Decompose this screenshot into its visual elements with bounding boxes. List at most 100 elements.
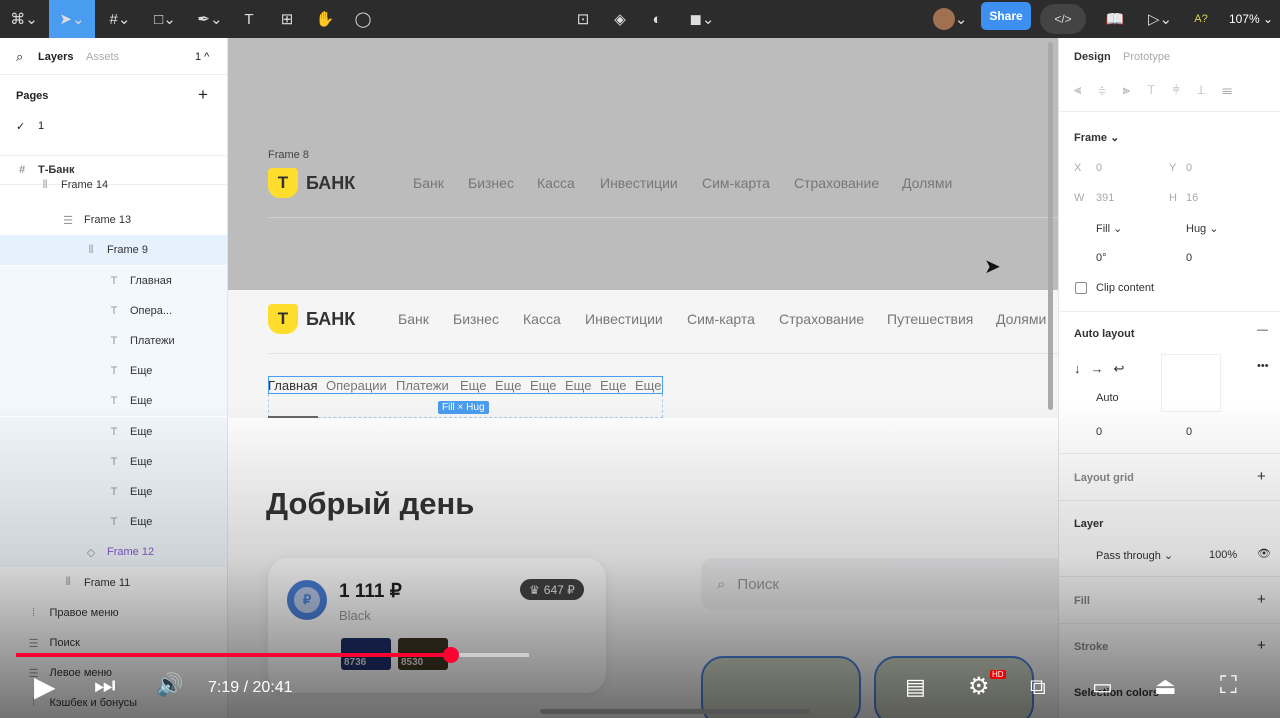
theater-icon[interactable]: ▭ xyxy=(1092,674,1113,700)
contrast-icon[interactable]: ◐ xyxy=(644,0,670,38)
tab-item[interactable]: Операции xyxy=(326,378,387,393)
settings-icon[interactable]: ⚙ xyxy=(968,672,990,701)
play-icon[interactable]: ▶ xyxy=(34,670,56,703)
layer-item[interactable]: T Опера... xyxy=(0,295,227,326)
layer-item[interactable]: ⫴ Frame 14 xyxy=(0,175,227,195)
tab-item[interactable]: Еще xyxy=(600,378,626,393)
tab-item[interactable]: Еще xyxy=(530,378,556,393)
layer-item[interactable]: T Еще xyxy=(0,386,227,417)
nav-link[interactable]: Сим-карта xyxy=(702,175,770,191)
canvas[interactable]: Frame 8 Т БАНК Банк Бизнес Касса Инвестиции С… xyxy=(228,38,1058,718)
tab-item[interactable]: Платежи xyxy=(396,378,449,393)
pen-tool-button[interactable]: ✒⌄ xyxy=(190,0,230,38)
nav-link[interactable]: Банк xyxy=(413,175,444,191)
boolean-button[interactable]: ◼⌄ xyxy=(684,0,720,38)
layer-item[interactable]: T Еще xyxy=(0,356,227,387)
padding-v-input[interactable]: 0 xyxy=(1186,426,1192,438)
add-page-button[interactable]: + xyxy=(198,85,208,105)
align-buttons[interactable]: ⫷≑⫸⊤⫩⊥☰ xyxy=(1074,82,1249,98)
shape-tool-button[interactable]: □⌄ xyxy=(145,0,185,38)
subtitles-icon[interactable]: ▤ xyxy=(905,674,926,700)
nav-link[interactable]: Касса xyxy=(523,311,561,327)
opacity-input[interactable]: 100% xyxy=(1209,549,1237,561)
tab-item[interactable]: Еще xyxy=(495,378,521,393)
nav-link[interactable]: Инвестиции xyxy=(585,311,663,327)
remove-auto-layout-button[interactable]: — xyxy=(1257,324,1268,336)
miniplayer-icon[interactable]: ⧉ xyxy=(1030,674,1046,700)
progress-played[interactable] xyxy=(16,653,452,657)
layer-item[interactable]: ☰ Frame 13 xyxy=(0,205,227,235)
avatar[interactable]: ⌄ xyxy=(928,0,972,38)
nav-link[interactable]: Страхование xyxy=(779,311,864,327)
rotation-input[interactable]: 0° xyxy=(1096,252,1107,264)
resources-button[interactable]: ⊞ xyxy=(274,0,300,38)
frame-label[interactable]: Frame 8 xyxy=(268,149,309,161)
layer-item[interactable]: ⫴ Frame 11 xyxy=(0,568,227,598)
tab-item[interactable]: Еще xyxy=(460,378,486,393)
nav-link[interactable]: Страхование xyxy=(794,175,879,191)
nav-link[interactable]: Сим-карта xyxy=(687,311,755,327)
volume-icon[interactable]: 🔊 xyxy=(156,672,183,698)
layer-item[interactable]: ⫴ Frame 9 xyxy=(0,235,227,266)
radius-input[interactable]: 0 xyxy=(1186,252,1192,264)
tab-layers[interactable]: Layers xyxy=(38,51,73,63)
fullscreen-icon[interactable]: ⛶ xyxy=(1220,672,1237,700)
page-item[interactable]: 1 xyxy=(38,120,44,132)
frame-dropdown[interactable]: Frame ⌄ xyxy=(1074,131,1119,144)
width-mode[interactable]: Fill ⌄ xyxy=(1096,222,1122,235)
next-icon[interactable]: ⏭ xyxy=(94,672,116,700)
present-button[interactable]: ▷⌄ xyxy=(1142,0,1178,38)
nav-link[interactable]: Касса xyxy=(537,175,575,191)
zoom-dropdown[interactable]: 107% ⌄ xyxy=(1226,0,1276,38)
canvas-scrollbar[interactable] xyxy=(1048,42,1053,410)
frame-tool-button[interactable]: #⌄ xyxy=(100,0,140,38)
direction-buttons[interactable]: ↓→↩ xyxy=(1074,361,1134,377)
comment-tool-button[interactable]: ◯ xyxy=(350,0,376,38)
padding-h-input[interactable]: 0 xyxy=(1096,426,1102,438)
text-tool-button[interactable]: T xyxy=(236,0,262,38)
layer-item[interactable]: T Еще xyxy=(0,446,227,477)
height-input[interactable]: 16 xyxy=(1186,192,1198,204)
add-grid-button[interactable]: + xyxy=(1257,468,1266,485)
page-selector[interactable]: 1 ^ xyxy=(195,51,209,63)
eye-icon[interactable]: 👁 xyxy=(1257,547,1271,560)
nav-link[interactable]: Долями xyxy=(902,175,952,191)
layer-item[interactable]: T Еще xyxy=(0,507,227,538)
nav-link[interactable]: Бизнес xyxy=(453,311,499,327)
nav-link[interactable]: Долями xyxy=(996,311,1046,327)
tab-design[interactable]: Design xyxy=(1074,51,1111,63)
alignment-box[interactable] xyxy=(1161,354,1221,412)
move-tool-button[interactable]: ➤⌄ xyxy=(49,0,95,38)
x-input[interactable]: 0 xyxy=(1096,162,1102,174)
more-icon[interactable]: ••• xyxy=(1257,360,1269,372)
main-menu-button[interactable]: ⌘⌄ xyxy=(4,0,44,38)
tab-assets[interactable]: Assets xyxy=(86,51,119,63)
a11y-button[interactable]: A? xyxy=(1190,0,1212,38)
progress-scrubber[interactable] xyxy=(443,647,460,663)
cashback-badge[interactable]: ♛ 647 ₽ xyxy=(520,579,584,600)
search-icon[interactable]: ⌕ xyxy=(16,49,23,65)
blend-mode[interactable]: Pass through ⌄ xyxy=(1096,549,1173,562)
nav-link[interactable]: Инвестиции xyxy=(600,175,678,191)
tab-item[interactable]: Еще xyxy=(635,378,661,393)
gap-input[interactable]: Auto xyxy=(1096,392,1119,404)
layer-item[interactable]: T Еще xyxy=(0,416,227,447)
search-input[interactable]: ⌕ Поиск xyxy=(701,558,1058,610)
layer-item[interactable]: T Еще xyxy=(0,477,227,507)
horizontal-scrollbar[interactable] xyxy=(540,709,810,714)
instance-icon[interactable]: ◈ xyxy=(607,0,633,38)
airplay-icon[interactable]: ⏏ xyxy=(1154,672,1177,701)
layer-item[interactable]: T Главная xyxy=(0,265,227,296)
width-input[interactable]: 391 xyxy=(1096,192,1114,204)
tab-item[interactable]: Главная xyxy=(268,378,317,393)
nav-link[interactable]: Путешествия xyxy=(887,311,973,327)
nav-link[interactable]: Бизнес xyxy=(468,175,514,191)
add-fill-button[interactable]: + xyxy=(1257,591,1266,608)
height-mode[interactable]: Hug ⌄ xyxy=(1186,222,1218,235)
layer-item[interactable]: T Платежи xyxy=(0,326,227,356)
hand-tool-button[interactable]: ✋ xyxy=(312,0,338,38)
y-input[interactable]: 0 xyxy=(1186,162,1192,174)
frame-8[interactable]: Frame 8 Т БАНК Банк Бизнес Касса Инвестиции С… xyxy=(228,38,1058,290)
tab-prototype[interactable]: Prototype xyxy=(1123,51,1170,63)
dev-mode-toggle[interactable]: </> xyxy=(1040,4,1086,34)
